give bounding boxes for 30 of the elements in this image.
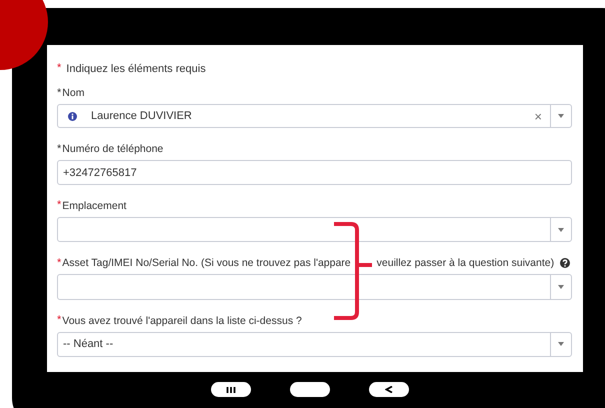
chevron-left-icon [385,386,393,393]
dropdown-caret-icon [558,342,564,346]
required-marker: * [57,63,62,74]
name-lookup-field[interactable]: Laurence DUVIVIER × [57,104,572,128]
select-field[interactable]: -- Néant -- [57,332,572,358]
home-button[interactable] [290,382,330,397]
field-label: Numéro de téléphone [62,143,164,156]
recent-apps-button[interactable] [211,382,251,397]
text-input-field[interactable]: +32472765817 [57,160,572,185]
dropdown-caret-icon [558,284,564,289]
help-icon[interactable] [560,258,570,268]
dropdown-caret-icon [558,228,564,232]
back-button[interactable] [369,382,409,397]
bars-icon [226,386,236,392]
field-label: Nom [62,87,84,99]
required-marker: * [57,144,62,155]
required-marker: * [57,200,62,212]
required-marker: * [57,315,62,326]
required-note: Indiquez les éléments requis [66,63,206,75]
select-field[interactable] [57,274,572,300]
required-marker: * [57,258,62,269]
field-label: Vous avez trouvé l'appareil dans la liste ci-dessus ? [62,314,302,327]
select-field[interactable] [57,216,572,242]
required-marker: * [57,88,62,98]
field-label: veuillez passer à la question suivante) [376,257,554,270]
field-label: Emplacement [62,200,126,212]
clear-button[interactable]: × [526,108,550,124]
dropdown-caret-icon [558,114,564,118]
info-icon [68,112,77,121]
field-label: Asset Tag/IMEI No/Serial No. (Si vous ne trouvez pas l'appare [62,257,351,270]
